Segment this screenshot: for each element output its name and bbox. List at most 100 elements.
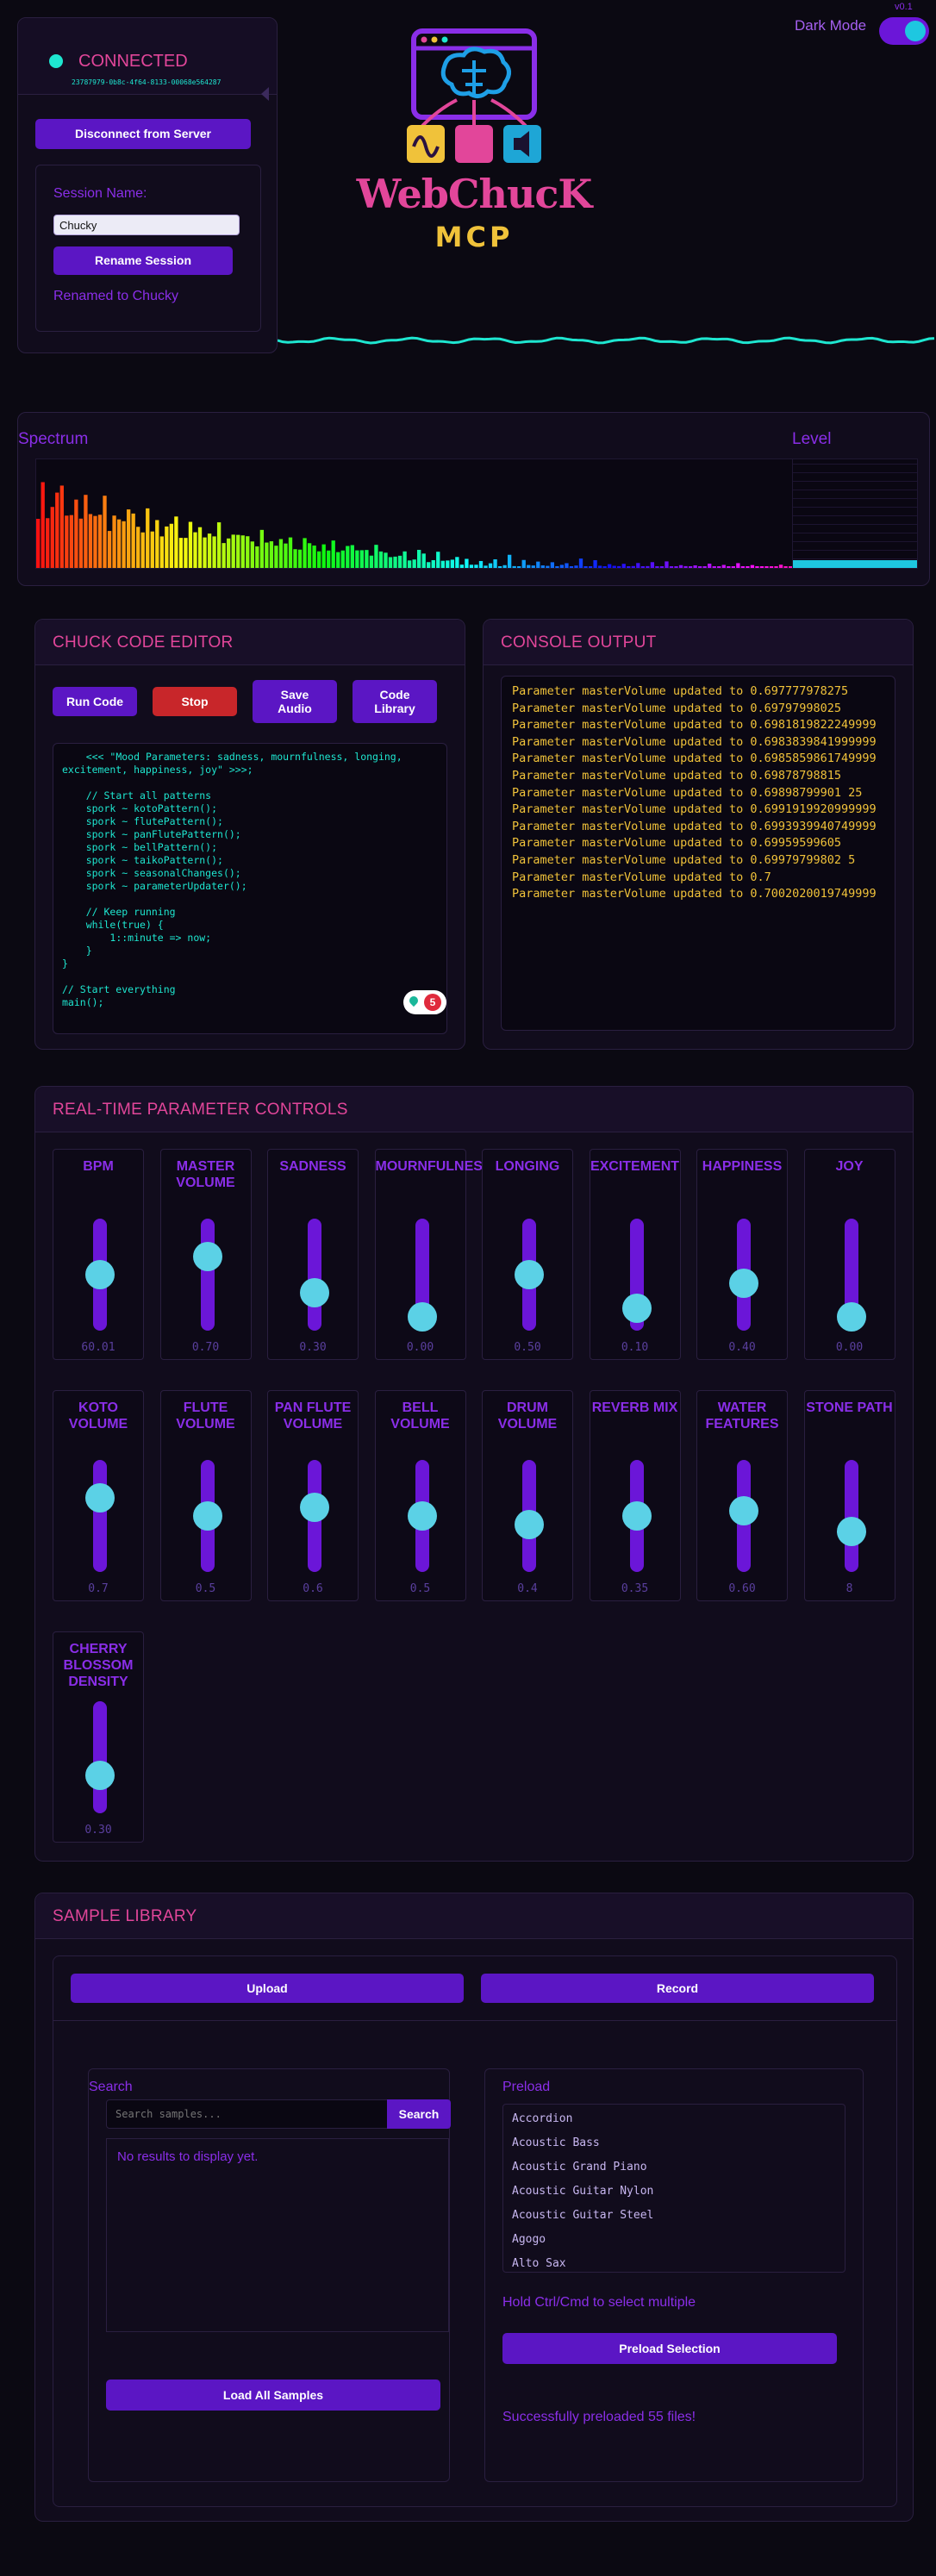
spectrum-bar: [502, 564, 507, 568]
console-lines: Parameter masterVolume updated to 0.6977…: [502, 677, 895, 910]
control-longing: LONGING 0.50: [482, 1149, 573, 1360]
spectrum-bar: [227, 538, 231, 568]
spectrum-bar: [440, 560, 445, 568]
collapse-icon[interactable]: [261, 87, 269, 101]
spectrum-bar: [427, 562, 431, 568]
slider-thumb[interactable]: [85, 1260, 115, 1289]
slider-thumb[interactable]: [300, 1492, 329, 1522]
code-textarea[interactable]: <<< "Mood Parameters: sadness, mournfuln…: [53, 743, 447, 1034]
status-dot-icon: [49, 54, 63, 68]
preload-option[interactable]: Acoustic Grand Piano: [503, 2155, 845, 2180]
slider-thumb[interactable]: [192, 1501, 222, 1531]
spectrum-bar: [188, 521, 193, 568]
spectrum-bar: [46, 518, 50, 568]
connection-panel: CONNECTED 23787979-0b8c-4f64-8133-00068e…: [17, 17, 278, 353]
spectrum-bar: [412, 559, 416, 568]
spectrum-bar: [678, 564, 683, 568]
spectrum-bars: [36, 482, 797, 568]
spectrum-bar: [650, 562, 655, 568]
slider-thumb[interactable]: [836, 1517, 866, 1547]
control-value: 0.70: [191, 1341, 220, 1354]
preload-selection-button[interactable]: Preload Selection: [502, 2333, 837, 2364]
slider-track[interactable]: [844, 1460, 858, 1572]
badge-count: 5: [424, 994, 441, 1011]
slider-thumb[interactable]: [407, 1501, 437, 1531]
logo-subtitle: MCP: [434, 221, 514, 253]
spectrum-bar: [717, 566, 721, 568]
search-input[interactable]: [106, 2099, 390, 2129]
spectrum-bar: [216, 522, 222, 568]
slider-track[interactable]: [93, 1701, 107, 1813]
rename-session-button[interactable]: Rename Session: [53, 246, 233, 275]
slider-thumb[interactable]: [407, 1302, 437, 1332]
slider-thumb[interactable]: [85, 1483, 115, 1513]
library-title: SAMPLE LIBRARY: [53, 1907, 197, 1925]
spectrum-bar: [617, 565, 621, 568]
spectrum-bar: [417, 550, 421, 568]
console-line: Parameter masterVolume updated to 0.6983…: [512, 734, 877, 749]
spectrum-bar: [293, 549, 297, 568]
spectrum-bar: [655, 566, 659, 568]
preload-option[interactable]: Accordion: [503, 2107, 845, 2131]
slider-thumb[interactable]: [192, 1242, 222, 1272]
console-output[interactable]: Parameter masterVolume updated to 0.6977…: [501, 676, 895, 1031]
slider-track[interactable]: [308, 1219, 321, 1331]
control-value: 0.10: [621, 1341, 649, 1354]
control-label: LONGING: [495, 1159, 560, 1174]
toggle-knob-icon: [905, 21, 926, 41]
slider-thumb[interactable]: [85, 1760, 115, 1790]
spectrum-bar: [555, 565, 559, 568]
preload-option[interactable]: Acoustic Guitar Nylon: [503, 2180, 845, 2204]
slider-thumb[interactable]: [729, 1495, 758, 1525]
spectrum-bar: [240, 535, 245, 568]
preload-option[interactable]: Acoustic Guitar Steel: [503, 2204, 845, 2228]
slider-track[interactable]: [93, 1460, 107, 1572]
record-button[interactable]: Record: [481, 1974, 874, 2003]
slider-thumb[interactable]: [621, 1294, 652, 1323]
slider-thumb[interactable]: [300, 1277, 329, 1307]
control-value: 0.4: [517, 1582, 538, 1595]
slider-thumb[interactable]: [836, 1302, 866, 1332]
spectrum-bar: [212, 536, 216, 568]
spectrum-bar: [93, 515, 97, 568]
code-library-button[interactable]: Code Library: [353, 680, 437, 723]
upload-button[interactable]: Upload: [71, 1974, 464, 2003]
session-box: Session Name: Rename Session Renamed to …: [35, 165, 261, 332]
load-all-samples-button[interactable]: Load All Samples: [106, 2380, 440, 2411]
session-name-input[interactable]: [53, 215, 240, 235]
control-label: MASTER VOLUME: [176, 1159, 235, 1190]
spectrum-bar: [750, 564, 755, 568]
spectrum-bar: [203, 537, 207, 568]
preload-option[interactable]: Agogo: [503, 2228, 845, 2252]
assistant-badge[interactable]: 5: [403, 990, 446, 1014]
console-line: Parameter masterVolume updated to 0.6993…: [512, 819, 877, 833]
spectrum-bar: [465, 558, 469, 568]
run-code-button[interactable]: Run Code: [53, 687, 137, 716]
spectrum-bar: [474, 564, 478, 568]
slider-thumb[interactable]: [621, 1501, 652, 1531]
pin-icon: [407, 994, 421, 1007]
search-button[interactable]: Search: [387, 2099, 451, 2129]
slider-thumb[interactable]: [515, 1260, 544, 1289]
spectrum-bar: [574, 565, 578, 568]
dark-mode-toggle[interactable]: [879, 17, 929, 45]
stop-button[interactable]: Stop: [153, 687, 237, 716]
spectrum-bar: [84, 495, 88, 568]
session-message: Renamed to Chucky: [53, 289, 178, 303]
spectrum-bar: [112, 515, 116, 568]
spectrum-bar: [469, 564, 474, 568]
code-editor-panel: CHUCK CODE EDITOR Run Code Stop Save Aud…: [34, 619, 465, 1050]
preload-box: Preload Accordion Acoustic Bass Acoustic G…: [484, 2068, 864, 2482]
slider-thumb[interactable]: [729, 1269, 758, 1299]
preload-option[interactable]: Acoustic Bass: [503, 2131, 845, 2155]
slider-thumb[interactable]: [515, 1510, 544, 1540]
preload-option[interactable]: Alto Sax: [503, 2252, 845, 2272]
spectrum-bar: [459, 564, 465, 568]
disconnect-button[interactable]: Disconnect from Server: [35, 119, 251, 149]
preload-list[interactable]: Accordion Acoustic Bass Acoustic Grand Pia…: [502, 2104, 846, 2273]
spectrum-bar: [74, 499, 78, 568]
save-audio-button[interactable]: Save Audio: [253, 680, 337, 723]
spectrum-bar: [107, 531, 112, 568]
slider-track[interactable]: [200, 1219, 215, 1331]
spectrum-bar: [697, 566, 702, 568]
